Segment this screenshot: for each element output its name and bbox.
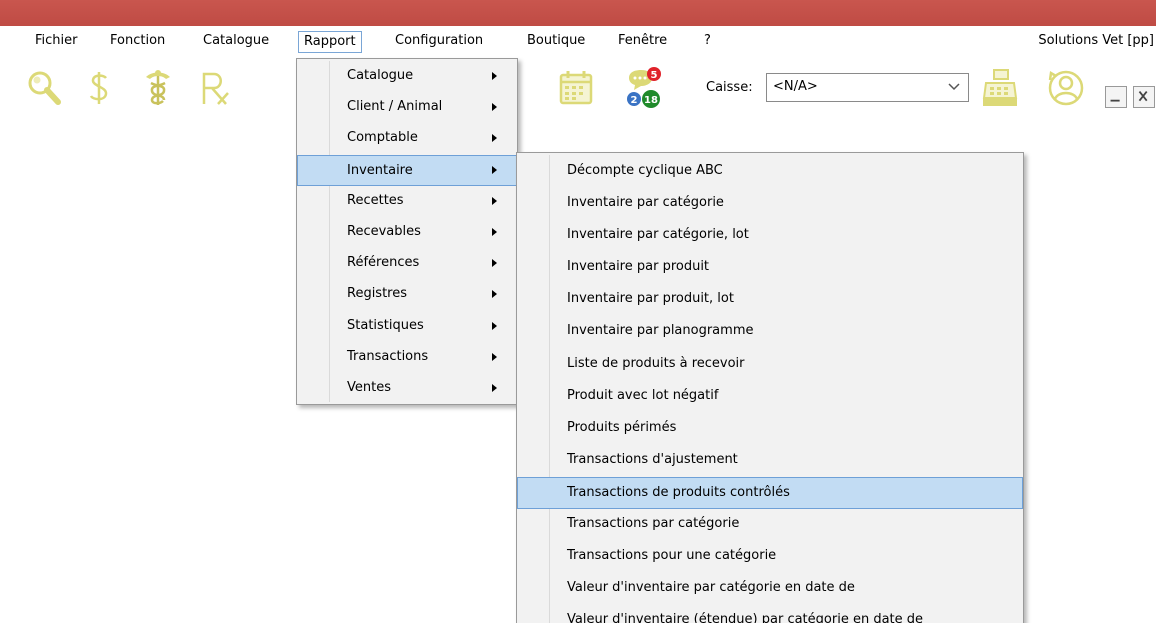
- submenu-item-label: Inventaire par planogramme: [567, 323, 754, 339]
- submenu-item-label: Transactions pour une catégorie: [567, 548, 777, 564]
- submenu-item-label: Transactions par catégorie: [567, 516, 740, 532]
- rapport-item-catalogue[interactable]: Catalogue: [297, 61, 517, 92]
- submenu-item-label: Valeur d'inventaire par catégorie en dat…: [567, 580, 855, 596]
- submenu-item[interactable]: Produit avec lot négatif: [517, 381, 1023, 413]
- chevron-right-icon: [492, 227, 497, 236]
- close-button[interactable]: [1133, 86, 1155, 108]
- submenu-item-label: Transactions d'ajustement: [567, 451, 738, 467]
- rapport-item-inventaire[interactable]: Inventaire: [297, 154, 517, 186]
- rapport-item-comptable[interactable]: Comptable: [297, 123, 517, 154]
- rapport-item-recevables[interactable]: Recevables: [297, 217, 517, 248]
- submenu-item[interactable]: Inventaire par produit: [517, 252, 1023, 284]
- chevron-right-icon: [492, 321, 497, 330]
- caduceus-icon[interactable]: [136, 66, 180, 110]
- rapport-item-label: Recettes: [347, 192, 404, 208]
- rapport-item-label: Statistiques: [347, 317, 424, 333]
- title-bar: [0, 0, 1156, 26]
- chevron-down-icon: [948, 80, 960, 94]
- caisse-select[interactable]: <N/A>: [766, 73, 969, 102]
- submenu-item-label: Inventaire par produit, lot: [567, 291, 734, 307]
- rapport-item-transactions[interactable]: Transactions: [297, 342, 517, 373]
- blue-badge-count: 2: [631, 95, 638, 106]
- caisse-value: <N/A>: [773, 79, 818, 94]
- red-badge-count: 5: [651, 70, 658, 81]
- app-title: Solutions Vet [pp]: [1038, 33, 1154, 48]
- caisse-label: Caisse:: [706, 80, 753, 95]
- submenu-item[interactable]: Inventaire par produit, lot: [517, 284, 1023, 316]
- submenu-item-label: Valeur d'inventaire (étendue) par catégo…: [567, 612, 924, 623]
- menu-fenetre[interactable]: Fenêtre: [612, 31, 673, 53]
- minimize-button[interactable]: [1105, 86, 1127, 108]
- chevron-right-icon: [492, 383, 497, 392]
- menu-help[interactable]: ?: [698, 31, 717, 53]
- rapport-item-label: Ventes: [347, 379, 391, 395]
- submenu-item-label: Inventaire par catégorie, lot: [567, 227, 749, 243]
- chevron-right-icon: [492, 103, 497, 112]
- rapport-item-references[interactable]: Références: [297, 248, 517, 279]
- rapport-item-statistiques[interactable]: Statistiques: [297, 311, 517, 342]
- menu-bar: Fichier Fonction Catalogue Rapport Confi…: [0, 26, 1156, 56]
- chevron-right-icon: [492, 134, 497, 143]
- rapport-item-recettes[interactable]: Recettes: [297, 186, 517, 217]
- menu-configuration[interactable]: Configuration: [389, 31, 489, 53]
- green-badge-count: 18: [644, 95, 658, 106]
- submenu-item[interactable]: Transactions d'ajustement: [517, 445, 1023, 477]
- menu-rapport[interactable]: Rapport: [298, 31, 362, 53]
- rapport-item-label: Transactions: [347, 348, 429, 364]
- search-icon[interactable]: [22, 66, 66, 110]
- chevron-right-icon: [492, 72, 497, 80]
- menu-catalogue[interactable]: Catalogue: [197, 31, 275, 53]
- submenu-item-label: Inventaire par catégorie: [567, 195, 724, 211]
- rapport-item-label: Catalogue: [347, 68, 414, 83]
- submenu-item[interactable]: Inventaire par planogramme: [517, 316, 1023, 348]
- rapport-item-label: Client / Animal: [347, 99, 443, 115]
- submenu-item[interactable]: Décompte cyclique ABC: [517, 156, 1023, 188]
- submenu-item-label: Produits périmés: [567, 419, 677, 435]
- toolbar: 5 2 18 Caisse: <N/A>: [0, 56, 1156, 122]
- submenu-item[interactable]: Valeur d'inventaire (étendue) par catégo…: [517, 605, 1023, 623]
- submenu-item[interactable]: Transactions par catégorie: [517, 509, 1023, 541]
- rapport-item-label: Comptable: [347, 130, 418, 146]
- submenu-item[interactable]: Valeur d'inventaire par catégorie en dat…: [517, 573, 1023, 605]
- submenu-item-label: Décompte cyclique ABC: [567, 163, 723, 178]
- calendar-icon[interactable]: [554, 66, 598, 110]
- menu-boutique[interactable]: Boutique: [521, 31, 591, 53]
- rapport-item-ventes[interactable]: Ventes: [297, 373, 517, 404]
- submenu-item-label: Liste de produits à recevoir: [567, 355, 745, 371]
- inventaire-submenu: Décompte cyclique ABC Inventaire par cat…: [516, 152, 1024, 623]
- rx-icon[interactable]: [194, 66, 238, 110]
- app-window: Fichier Fonction Catalogue Rapport Confi…: [0, 0, 1156, 623]
- menu-fichier[interactable]: Fichier: [29, 31, 84, 53]
- rapport-item-client-animal[interactable]: Client / Animal: [297, 92, 517, 123]
- submenu-item-controlled-products[interactable]: Transactions de produits contrôlés: [517, 476, 1023, 510]
- dollar-icon[interactable]: [78, 66, 122, 110]
- rapport-item-label: Registres: [347, 286, 408, 302]
- submenu-item[interactable]: Inventaire par catégorie, lot: [517, 220, 1023, 252]
- chevron-right-icon: [492, 196, 497, 205]
- submenu-item-label: Produit avec lot négatif: [567, 387, 719, 403]
- rapport-item-label: Recevables: [347, 223, 421, 239]
- chevron-right-icon: [492, 290, 497, 299]
- submenu-item[interactable]: Inventaire par catégorie: [517, 188, 1023, 220]
- rapport-item-registres[interactable]: Registres: [297, 279, 517, 310]
- submenu-item-label: Inventaire par produit: [567, 259, 710, 275]
- submenu-item[interactable]: Liste de produits à recevoir: [517, 349, 1023, 381]
- menu-fonction[interactable]: Fonction: [104, 31, 171, 53]
- rapport-item-label: Références: [347, 255, 420, 271]
- cash-register-icon[interactable]: [978, 66, 1022, 110]
- messages-icon[interactable]: 5 2 18: [624, 66, 668, 110]
- chevron-right-icon: [492, 259, 497, 268]
- rapport-item-label: Inventaire: [347, 162, 413, 178]
- submenu-item-label: Transactions de produits contrôlés: [567, 484, 790, 500]
- chevron-right-icon: [492, 165, 497, 174]
- user-switch-icon[interactable]: [1044, 66, 1088, 110]
- rapport-menu: Catalogue Client / Animal Comptable Inve…: [296, 58, 518, 405]
- submenu-item[interactable]: Produits périmés: [517, 413, 1023, 445]
- submenu-item[interactable]: Transactions pour une catégorie: [517, 541, 1023, 573]
- chevron-right-icon: [492, 352, 497, 361]
